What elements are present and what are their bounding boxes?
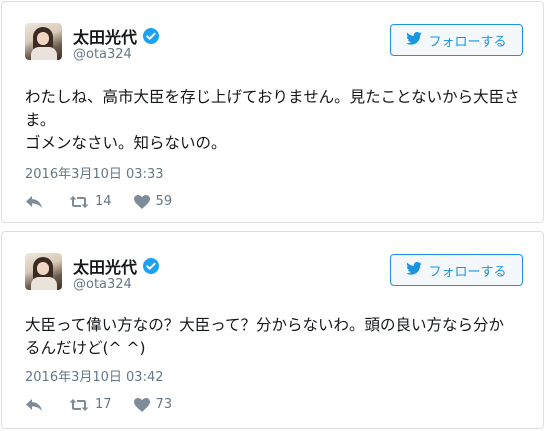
like-count: 59	[155, 194, 173, 209]
author-row: 太田光代	[73, 254, 160, 278]
twitter-bird-icon	[406, 31, 423, 49]
author-row: 太田光代	[73, 24, 160, 48]
retweet-button[interactable]: 14	[69, 194, 112, 209]
tweet-card: 太田光代 @ota324 フォローする わたしね、高市大臣を存じ上げておりません…	[1, 1, 544, 223]
tweet-card: 太田光代 @ota324 フォローする 大臣って偉い方なの？大臣って？分からない…	[1, 231, 544, 429]
like-count: 73	[155, 397, 173, 412]
tweet-text-line: ま。	[25, 111, 56, 129]
like-button[interactable]: 73	[133, 397, 173, 412]
like-button[interactable]: 59	[133, 194, 173, 209]
reply-button[interactable]	[25, 195, 43, 209]
tweet-timestamp[interactable]: 2016年3月10日 03:42	[25, 366, 164, 385]
tweet-actions: 17 73	[25, 397, 172, 412]
tweet-text-line: わたしね、高市大臣を存じ上げておりません。見たことないから大臣さ	[25, 88, 520, 106]
tweet-text-line: るんだけど(^ ^)	[25, 339, 146, 357]
author-name[interactable]: 太田光代	[73, 254, 137, 278]
avatar[interactable]	[25, 253, 62, 290]
author-handle[interactable]: @ota324	[73, 47, 132, 62]
retweet-count: 14	[95, 194, 112, 209]
follow-button[interactable]: フォローする	[390, 24, 523, 56]
tweet-actions: 14 59	[25, 194, 172, 209]
twitter-bird-icon	[406, 261, 423, 279]
retweet-button[interactable]: 17	[69, 397, 112, 412]
heart-icon	[133, 397, 150, 412]
reply-button[interactable]	[25, 398, 43, 412]
author-name[interactable]: 太田光代	[73, 24, 137, 48]
tweet-text-line: ゴメンなさい。知らないの。	[25, 134, 227, 152]
heart-icon	[133, 194, 150, 209]
verified-badge-icon	[143, 258, 160, 274]
avatar[interactable]	[25, 23, 62, 60]
tweet-text-line: 大臣って偉い方なの？大臣って？分からないわ。頭の良い方なら分か	[25, 316, 504, 334]
tweet-timestamp[interactable]: 2016年3月10日 03:33	[25, 163, 164, 182]
retweet-count: 17	[95, 397, 112, 412]
tweet-text: 大臣って偉い方なの？大臣って？分からないわ。頭の良い方なら分か るんだけど(^ …	[25, 314, 530, 360]
retweet-icon	[69, 398, 89, 411]
follow-label: フォローする	[428, 34, 507, 50]
follow-label: フォローする	[428, 264, 507, 280]
follow-button[interactable]: フォローする	[390, 254, 523, 286]
verified-badge-icon	[143, 28, 160, 44]
reply-icon	[26, 195, 42, 208]
reply-icon	[26, 398, 42, 411]
tweet-text: わたしね、高市大臣を存じ上げておりません。見たことないから大臣さ ま。 ゴメンな…	[25, 86, 530, 155]
author-handle[interactable]: @ota324	[73, 277, 132, 292]
retweet-icon	[69, 195, 89, 208]
